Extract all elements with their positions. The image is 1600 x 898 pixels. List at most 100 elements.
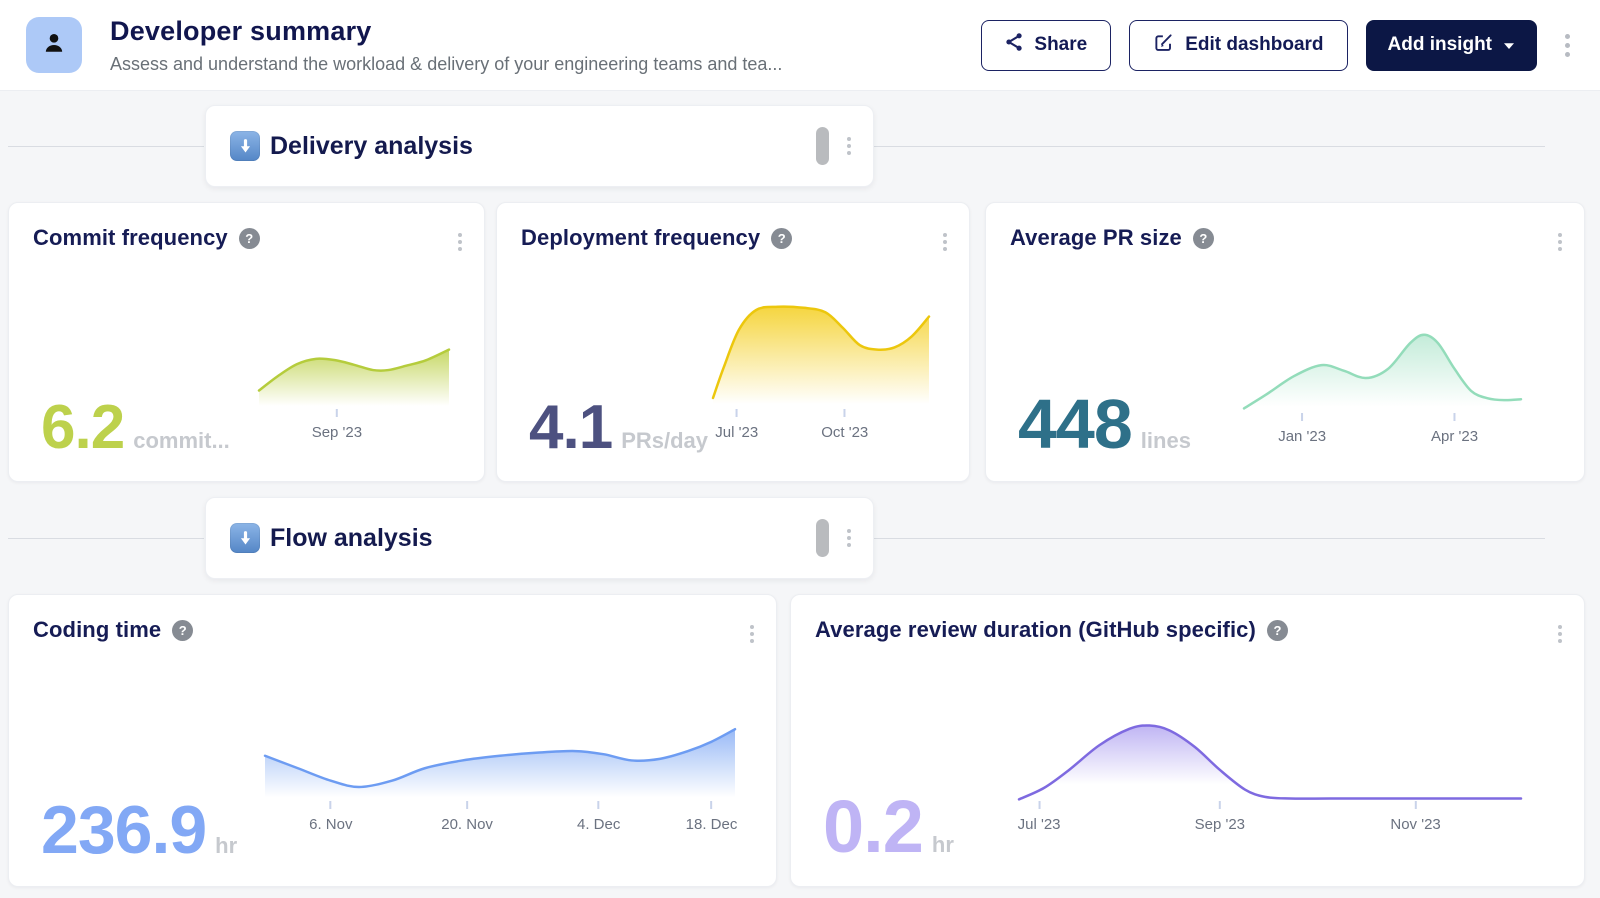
card-kebab-menu-icon[interactable] [454,229,466,255]
tick-label: Jul '23 [715,424,758,441]
axis-tick: 20. Nov [441,801,493,833]
section-kebab-menu-icon[interactable] [843,525,855,551]
down-arrow-emoji-icon [230,131,260,161]
help-question-icon[interactable]: ? [771,228,792,249]
axis-tick: Apr '23 [1431,413,1478,445]
metric-value: 6.2 [41,397,124,459]
tick-mark [330,801,332,809]
header-kebab-menu-icon[interactable] [1561,30,1574,61]
tick-mark [1301,413,1303,421]
metric-unit: commit... [133,428,230,454]
section-divider [873,146,1545,147]
help-question-icon[interactable]: ? [239,228,260,249]
metric-card-average-pr-size: Average PR size ? Jan '23 Apr '23 448 lin… [985,202,1585,482]
dashboard-avatar [26,17,82,73]
section-divider [873,538,1545,539]
tick-mark [844,409,846,417]
metric-value-block: 6.2 commit... [41,397,230,459]
tick-mark [466,801,468,809]
drag-handle-icon[interactable] [816,519,829,557]
chart-x-axis: Jul '23 Oct '23 [713,409,929,451]
axis-tick: Sep '23 [1195,801,1245,833]
metric-unit: hr [215,833,237,859]
card-kebab-menu-icon[interactable] [1554,621,1566,647]
section-title: Delivery analysis [270,132,816,161]
tick-mark [1038,801,1040,809]
add-insight-button[interactable]: Add insight [1366,20,1537,71]
tick-mark [736,409,738,417]
sparkline-chart [265,723,735,801]
tick-label: Oct '23 [821,424,868,441]
tick-label: Sep '23 [312,424,362,441]
card-kebab-menu-icon[interactable] [939,229,951,255]
share-button-label: Share [1034,34,1087,56]
tick-mark [1415,801,1417,809]
axis-tick: Jan '23 [1278,413,1326,445]
help-question-icon[interactable]: ? [1267,620,1288,641]
card-title: Average PR size [1010,225,1182,251]
metric-card-average-review-duration: Average review duration (GitHub specific… [790,594,1585,887]
page-title: Developer summary [110,16,961,47]
down-arrow-emoji-icon [230,523,260,553]
axis-tick: Jul '23 [715,409,758,441]
tick-label: 6. Nov [309,816,352,833]
metric-value-block: 236.9 hr [41,796,237,864]
tick-label: Nov '23 [1390,816,1440,833]
metric-value: 236.9 [41,796,206,864]
metric-value-block: 4.1 PRs/day [529,397,708,459]
axis-tick: Oct '23 [821,409,868,441]
tick-mark [710,801,712,809]
tick-label: Apr '23 [1431,428,1478,445]
axis-tick: 18. Dec [686,801,738,833]
tick-label: Jul '23 [1018,816,1061,833]
metric-unit: hr [932,832,954,858]
section-divider [8,538,204,539]
tick-mark [336,409,338,417]
tick-mark [1454,413,1456,421]
chart-x-axis: Sep '23 [259,409,449,451]
caret-down-icon [1503,34,1515,56]
chart-x-axis: Jan '23 Apr '23 [1244,413,1521,455]
dashboard-header: Developer summary Assess and understand … [0,0,1600,90]
metric-value: 4.1 [529,397,612,459]
share-button[interactable]: Share [981,20,1111,71]
sparkline-chart [713,299,929,409]
edit-pencil-icon [1153,32,1174,59]
tick-label: 4. Dec [577,816,620,833]
metric-card-coding-time: Coding time ? 6. Nov 20. Nov 4. Dec 18. Dec… [8,594,777,887]
add-insight-button-label: Add insight [1388,34,1492,56]
sparkline-chart [259,343,449,409]
help-question-icon[interactable]: ? [172,620,193,641]
metric-unit: PRs/day [621,428,708,454]
card-kebab-menu-icon[interactable] [746,621,758,647]
header-text-block: Developer summary Assess and understand … [110,16,961,75]
section-title: Flow analysis [270,524,816,553]
card-title: Average review duration (GitHub specific… [815,617,1256,643]
sparkline-chart [1019,719,1521,801]
card-kebab-menu-icon[interactable] [1554,229,1566,255]
section-divider [8,146,204,147]
help-question-icon[interactable]: ? [1193,228,1214,249]
card-title: Deployment frequency [521,225,760,251]
axis-tick: Nov '23 [1390,801,1440,833]
metric-value: 0.2 [823,790,923,864]
page-subtitle: Assess and understand the workload & del… [110,54,961,75]
axis-tick: 4. Dec [577,801,620,833]
share-icon [1005,32,1023,58]
metric-value-block: 448 lines [1018,389,1191,459]
tick-label: Sep '23 [1195,816,1245,833]
chart-x-axis: Jul '23 Sep '23 Nov '23 [1019,801,1521,843]
section-header-delivery-analysis: Delivery analysis [205,105,874,187]
section-kebab-menu-icon[interactable] [843,133,855,159]
edit-dashboard-button-label: Edit dashboard [1185,34,1323,56]
chart-x-axis: 6. Nov 20. Nov 4. Dec 18. Dec [265,801,735,843]
tick-mark [598,801,600,809]
axis-tick: Jul '23 [1018,801,1061,833]
drag-handle-icon[interactable] [816,127,829,165]
edit-dashboard-button[interactable]: Edit dashboard [1129,20,1347,71]
metric-unit: lines [1141,428,1191,454]
tick-label: 18. Dec [686,816,738,833]
metric-value: 448 [1018,389,1132,459]
card-title: Coding time [33,617,161,643]
tick-label: 20. Nov [441,816,493,833]
